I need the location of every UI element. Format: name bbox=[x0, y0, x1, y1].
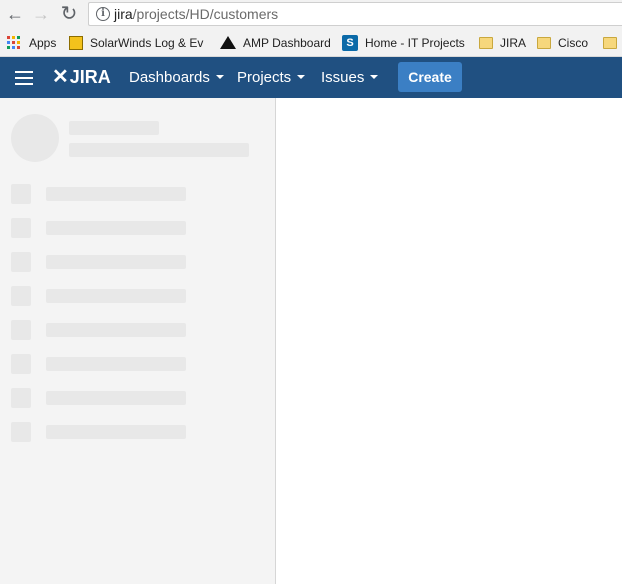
bookmark-overflow[interactable] bbox=[603, 35, 622, 51]
skeleton-nav-icon bbox=[11, 184, 31, 204]
bookmark-solarwinds[interactable]: SolarWinds Log & Ev bbox=[69, 35, 205, 51]
skeleton-nav-icon bbox=[11, 388, 31, 408]
browser-toolbar: ← → ↻ i jira/projects/HD/customers bbox=[0, 0, 622, 29]
info-icon[interactable]: i bbox=[96, 7, 110, 21]
nav-label: Issues bbox=[321, 69, 365, 86]
back-button[interactable]: ← bbox=[5, 4, 25, 24]
skeleton-nav-label bbox=[46, 187, 186, 201]
nav-label: Dashboards bbox=[129, 69, 210, 86]
nav-issues[interactable]: Issues bbox=[321, 68, 379, 88]
project-sidebar bbox=[0, 98, 276, 584]
bookmark-home-it-projects[interactable]: S Home - IT Projects bbox=[342, 34, 465, 51]
reload-button[interactable]: ↻ bbox=[59, 4, 79, 24]
caret-down-icon bbox=[215, 75, 224, 80]
forward-button[interactable]: → bbox=[31, 4, 51, 24]
skeleton-subtitle bbox=[69, 143, 249, 157]
jira-logo-text: JIRA bbox=[69, 67, 111, 87]
main-content bbox=[276, 98, 622, 584]
bookmark-jira[interactable]: JIRA bbox=[479, 35, 526, 51]
skeleton-avatar bbox=[11, 114, 59, 162]
create-button[interactable]: Create bbox=[398, 62, 462, 92]
url-text[interactable]: jira/projects/HD/customers bbox=[114, 6, 278, 22]
folder-icon bbox=[537, 36, 551, 49]
address-bar[interactable]: i jira/projects/HD/customers bbox=[88, 2, 622, 26]
sharepoint-icon: S bbox=[342, 34, 358, 51]
skeleton-nav-icon bbox=[11, 286, 31, 306]
menu-icon[interactable] bbox=[15, 71, 33, 85]
bookmark-label: JIRA bbox=[500, 36, 527, 50]
url-path: /projects/HD/customers bbox=[132, 6, 279, 22]
bookmark-label: SolarWinds Log & Ev bbox=[90, 36, 204, 50]
apps-grid-icon bbox=[7, 36, 20, 50]
skeleton-nav-label bbox=[46, 221, 186, 235]
bookmark-amp-dashboard[interactable]: AMP Dashboard bbox=[220, 35, 331, 51]
bookmark-label: Apps bbox=[29, 36, 57, 50]
skeleton-nav-icon bbox=[11, 218, 31, 238]
nav-label: Projects bbox=[237, 69, 292, 86]
caret-down-icon bbox=[297, 75, 306, 80]
bookmark-apps[interactable]: Apps bbox=[7, 35, 56, 51]
bookmark-cisco[interactable]: Cisco bbox=[537, 35, 588, 51]
skeleton-nav-label bbox=[46, 391, 186, 405]
bookmark-label: AMP Dashboard bbox=[243, 36, 331, 50]
skeleton-nav-icon bbox=[11, 252, 31, 272]
folder-icon bbox=[603, 36, 617, 49]
jira-logo-icon: ✕ bbox=[52, 66, 69, 88]
bookmarks-bar: Apps SolarWinds Log & Ev AMP Dashboard S… bbox=[0, 29, 622, 57]
skeleton-nav-icon bbox=[11, 320, 31, 340]
url-host: jira bbox=[114, 6, 133, 22]
skeleton-nav-label bbox=[46, 289, 186, 303]
skeleton-nav-label bbox=[46, 425, 186, 439]
bookmark-label: Cisco bbox=[558, 36, 589, 50]
skeleton-title bbox=[69, 121, 159, 135]
skeleton-nav-label bbox=[46, 357, 186, 371]
solarwinds-icon bbox=[69, 35, 83, 50]
caret-down-icon bbox=[370, 75, 379, 80]
nav-projects[interactable]: Projects bbox=[237, 68, 306, 88]
nav-dashboards[interactable]: Dashboards bbox=[129, 68, 224, 88]
skeleton-nav-icon bbox=[11, 422, 31, 442]
jira-header: ✕JIRA Dashboards Projects Issues Create bbox=[0, 57, 622, 98]
bookmark-label: Home - IT Projects bbox=[365, 36, 465, 50]
jira-logo[interactable]: ✕JIRA bbox=[52, 66, 111, 88]
skeleton-nav-label bbox=[46, 255, 186, 269]
folder-icon bbox=[479, 36, 493, 49]
skeleton-nav-icon bbox=[11, 354, 31, 374]
amp-icon bbox=[220, 36, 236, 50]
skeleton-nav-label bbox=[46, 323, 186, 337]
